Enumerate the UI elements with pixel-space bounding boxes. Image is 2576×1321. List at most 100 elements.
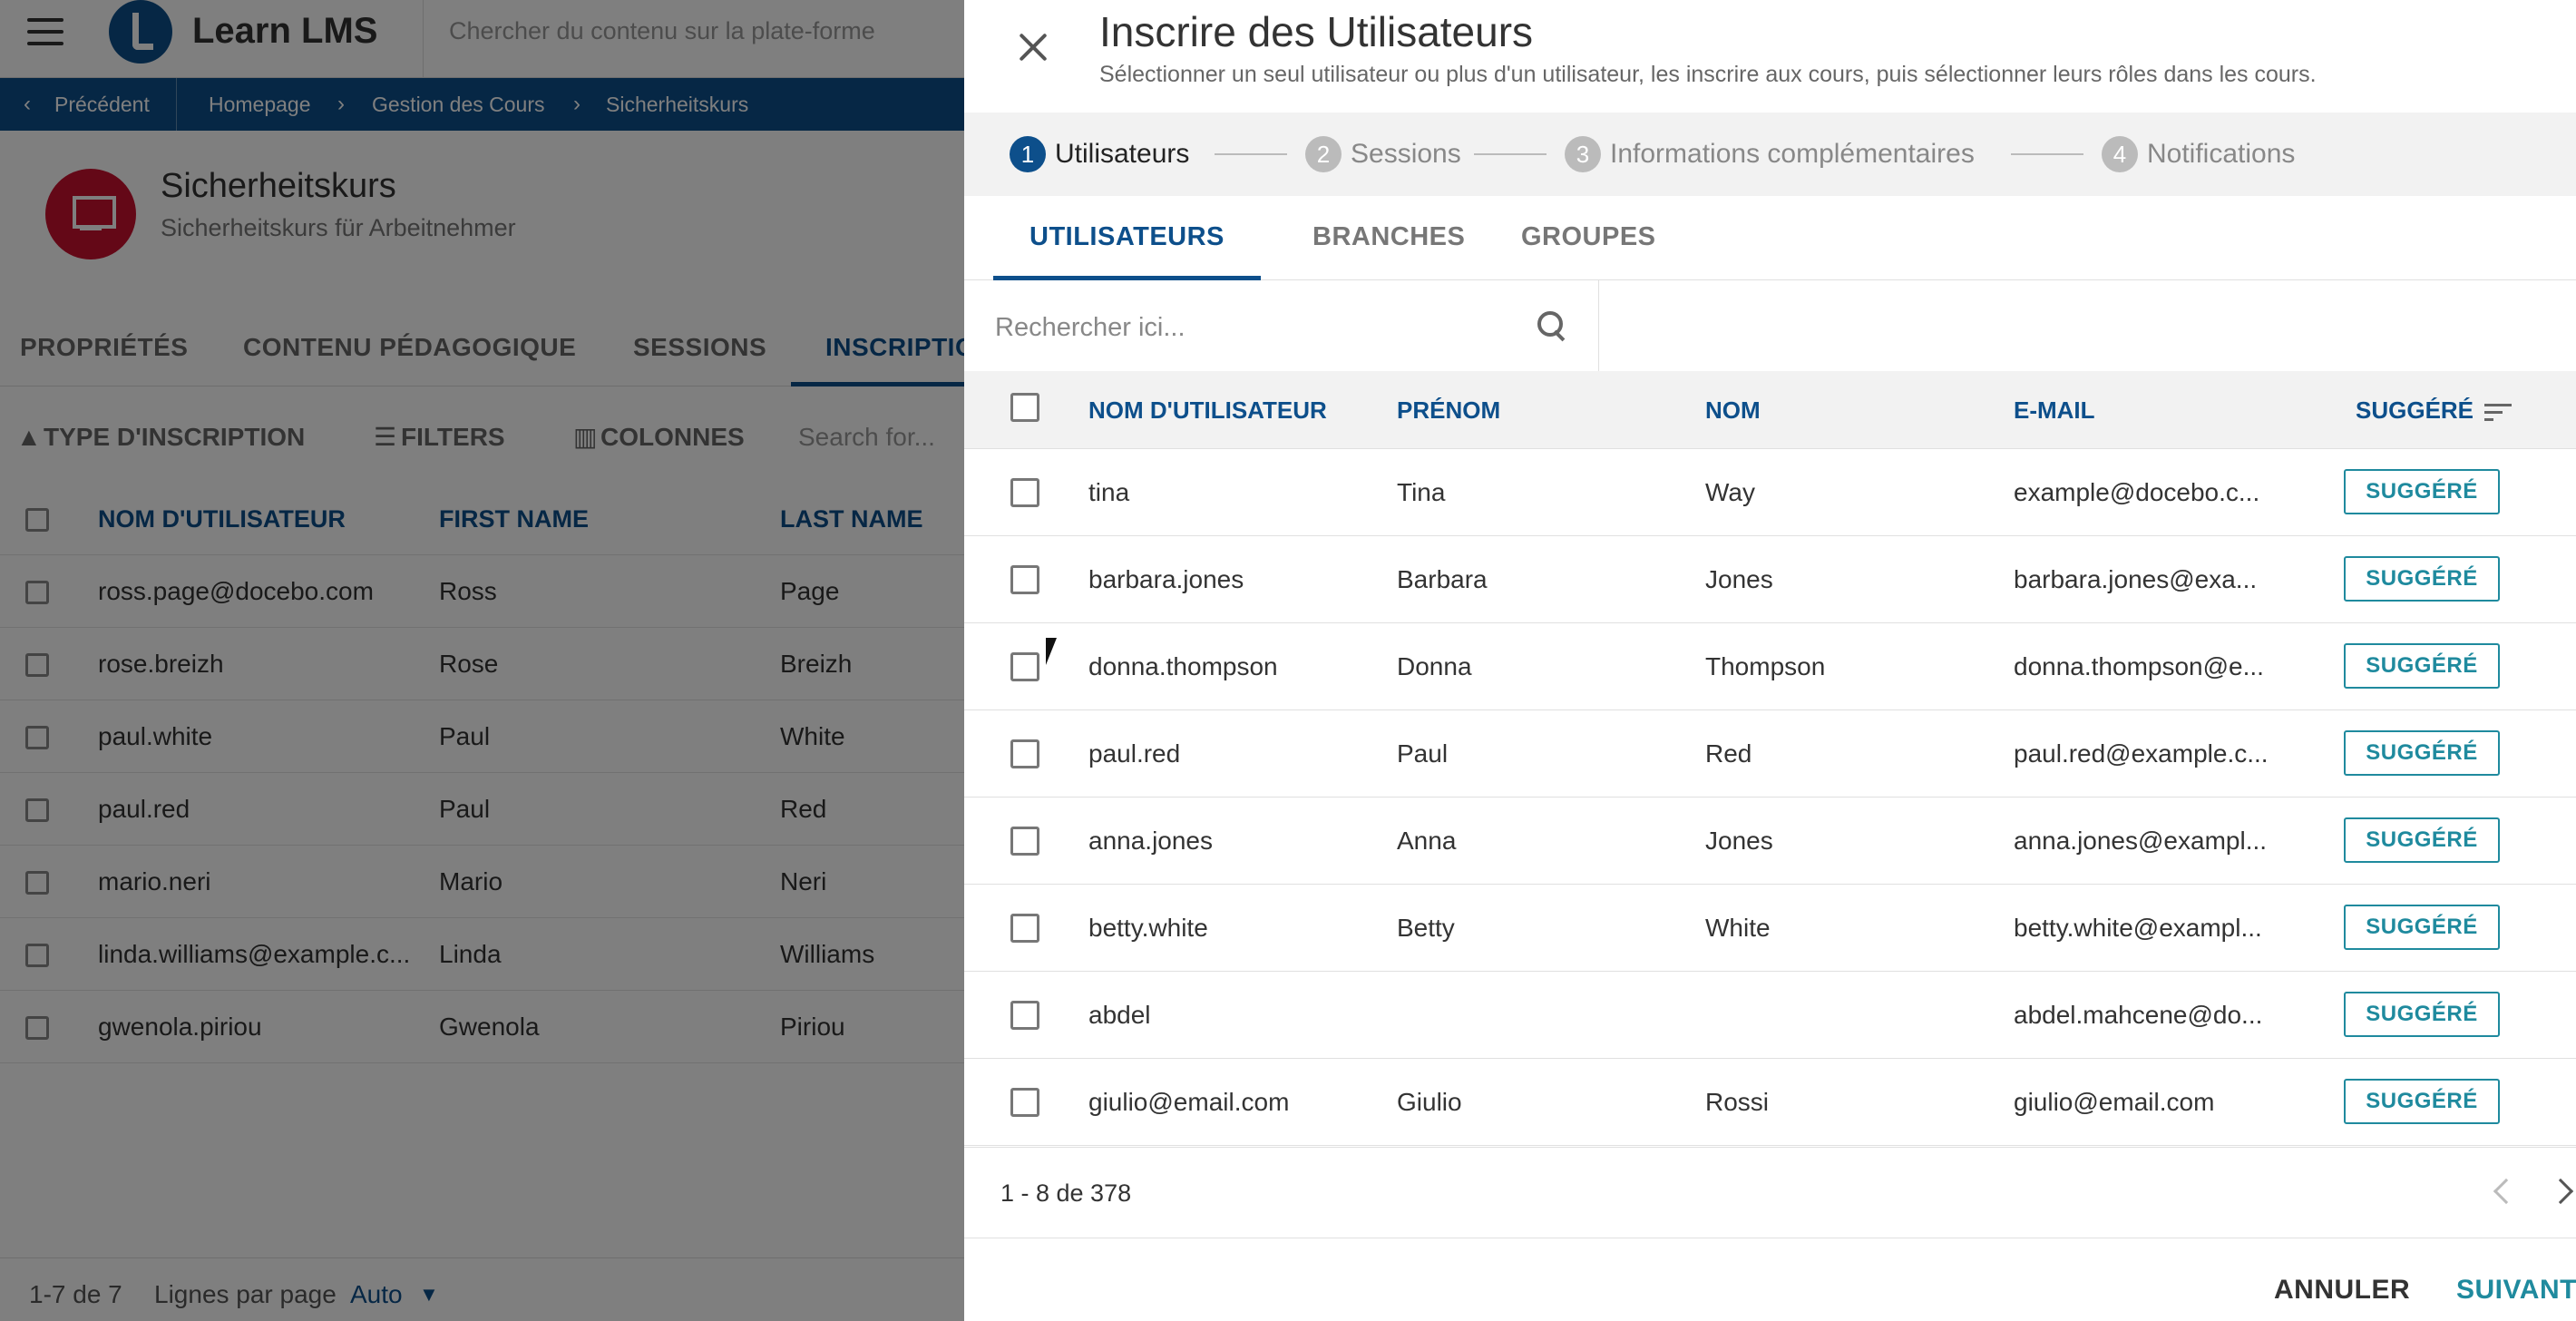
cell-last-name: Jones [1705, 827, 1773, 855]
table-row[interactable]: barbara.jones Barbara Jones barbara.jones@e… [964, 536, 2576, 623]
dialog-subtitle: Sélectionner un seul utilisateur ou plus… [1099, 62, 2317, 87]
suggested-header-label: SUGGÉRÉ [2356, 396, 2474, 424]
table-row[interactable]: anna.jones Anna Jones anna.jones@exampl... S… [964, 797, 2576, 885]
row-checkbox[interactable] [1010, 914, 1039, 943]
cell-email: betty.white@exampl... [2014, 914, 2262, 942]
cell-username: paul.red [1088, 739, 1181, 768]
column-header-last-name[interactable]: NOM [1705, 371, 1761, 449]
suggested-button[interactable]: SUGGÉRÉ [2344, 469, 2500, 514]
step-additional-info[interactable]: 3 Informations complémentaires [1565, 113, 1975, 196]
row-checkbox[interactable] [1010, 1001, 1039, 1030]
column-header-first-name[interactable]: PRÉNOM [1397, 371, 1500, 449]
step-number: 3 [1565, 136, 1601, 172]
cell-email: abdel.mahcene@do... [2014, 1001, 2263, 1029]
cell-email: giulio@email.com [2014, 1088, 2215, 1116]
step-number: 2 [1305, 136, 1342, 172]
step-label: Utilisateurs [1055, 139, 1190, 169]
dialog-title: Inscrire des Utilisateurs [1099, 8, 1534, 55]
suggested-button[interactable]: SUGGÉRÉ [2344, 556, 2500, 602]
cell-email: barbara.jones@exa... [2014, 565, 2258, 593]
step-label: Sessions [1351, 139, 1461, 169]
cell-username: anna.jones [1088, 827, 1214, 855]
cell-first-name: Tina [1397, 478, 1446, 506]
cell-last-name: Jones [1705, 565, 1773, 593]
cell-first-name: Anna [1397, 827, 1457, 855]
suggested-button[interactable]: SUGGÉRÉ [2344, 643, 2500, 689]
select-all-checkbox[interactable] [1010, 393, 1039, 422]
user-search-field[interactable]: Rechercher ici... [964, 280, 1599, 371]
table-row[interactable]: abdel abdel.mahcene@do... SUGGÉRÉ [964, 972, 2576, 1059]
cancel-button[interactable]: ANNULER [2274, 1275, 2410, 1306]
users-table: NOM D'UTILISATEUR PRÉNOM NOM E-MAIL SUGG… [964, 371, 2576, 1146]
row-checkbox[interactable] [1010, 827, 1039, 856]
table-row[interactable]: betty.white Betty White betty.white@exampl.… [964, 885, 2576, 972]
column-header-suggested[interactable]: SUGGÉRÉ [2356, 371, 2513, 449]
row-checkbox[interactable] [1010, 478, 1039, 507]
table-row[interactable]: paul.red Paul Red paul.red@example.c... SUGG… [964, 710, 2576, 797]
chevron-left-icon[interactable] [2493, 1178, 2520, 1205]
step-number: 4 [2102, 136, 2138, 172]
cell-username: donna.thompson [1088, 652, 1278, 680]
cell-username: barbara.jones [1088, 565, 1244, 593]
tab-branches[interactable]: BRANCHES [1276, 196, 1501, 280]
step-connector [1474, 153, 1547, 155]
step-label: Notifications [2147, 139, 2296, 169]
cell-last-name: Way [1705, 478, 1755, 506]
table-header-row: NOM D'UTILISATEUR PRÉNOM NOM E-MAIL SUGG… [964, 371, 2576, 449]
row-checkbox[interactable] [1010, 739, 1039, 768]
table-row[interactable]: giulio@email.com Giulio Rossi giulio@email.… [964, 1059, 2576, 1146]
column-header-email[interactable]: E-MAIL [2014, 371, 2095, 449]
column-header-username[interactable]: NOM D'UTILISATEUR [1088, 371, 1327, 449]
step-sessions[interactable]: 2 Sessions [1305, 113, 1461, 196]
next-button[interactable]: SUIVANT [2456, 1275, 2576, 1306]
pagination-info: 1 - 8 de 378 [1000, 1179, 1132, 1207]
step-label: Informations complémentaires [1610, 139, 1975, 169]
mouse-cursor-icon [1046, 638, 1057, 665]
cell-first-name: Donna [1397, 652, 1472, 680]
dialog-tabs: UTILISATEURS BRANCHES GROUPES [964, 196, 2576, 280]
cell-email: example@docebo.c... [2014, 478, 2260, 506]
cell-username: betty.white [1088, 914, 1208, 942]
tab-users[interactable]: UTILISATEURS [993, 196, 1261, 280]
suggested-button[interactable]: SUGGÉRÉ [2344, 817, 2500, 863]
row-checkbox[interactable] [1010, 565, 1039, 594]
pagination: 1 - 8 de 378 [964, 1147, 2576, 1238]
row-checkbox[interactable] [1010, 652, 1039, 681]
search-input[interactable]: Rechercher ici... [995, 280, 1186, 375]
cell-last-name: Red [1705, 739, 1752, 768]
step-connector [1215, 153, 1287, 155]
modal-backdrop[interactable] [0, 0, 964, 1321]
cell-first-name: Barbara [1397, 565, 1488, 593]
cell-username: tina [1088, 478, 1130, 506]
close-icon[interactable] [1015, 29, 1051, 65]
suggested-button[interactable]: SUGGÉRÉ [2344, 992, 2500, 1037]
cell-email: anna.jones@exampl... [2014, 827, 2268, 855]
cell-first-name: Betty [1397, 914, 1455, 942]
enroll-users-dialog: Inscrire des Utilisateurs Sélectionner u… [964, 0, 2576, 1321]
cell-username: abdel [1088, 1001, 1151, 1029]
suggested-button[interactable]: SUGGÉRÉ [2344, 1079, 2500, 1124]
suggested-button[interactable]: SUGGÉRÉ [2344, 905, 2500, 950]
step-connector [2011, 153, 2083, 155]
step-users[interactable]: 1 Utilisateurs [1010, 113, 1189, 196]
suggested-button[interactable]: SUGGÉRÉ [2344, 730, 2500, 776]
cell-last-name: Thompson [1705, 652, 1826, 680]
sort-icon[interactable] [2484, 402, 2513, 422]
wizard-stepper: 1 Utilisateurs 2 Sessions 3 Informations co… [964, 113, 2576, 196]
table-row[interactable]: tina Tina Way example@docebo.c... SUGGÉRÉ [964, 449, 2576, 536]
step-number: 1 [1010, 136, 1046, 172]
table-row[interactable]: donna.thompson Donna Thompson donna.thompso… [964, 623, 2576, 710]
cell-email: donna.thompson@e... [2014, 652, 2264, 680]
cell-last-name: White [1705, 914, 1771, 942]
dialog-actions: ANNULER SUIVANT [964, 1238, 2576, 1321]
cell-email: paul.red@example.c... [2014, 739, 2269, 768]
row-checkbox[interactable] [1010, 1088, 1039, 1117]
cell-first-name: Paul [1397, 739, 1449, 768]
chevron-right-icon[interactable] [2547, 1178, 2574, 1205]
cell-last-name: Rossi [1705, 1088, 1770, 1116]
search-icon[interactable] [1537, 311, 1568, 342]
cell-username: giulio@email.com [1088, 1088, 1290, 1116]
cell-first-name: Giulio [1397, 1088, 1462, 1116]
tab-groups[interactable]: GROUPES [1485, 196, 1693, 280]
step-notifications[interactable]: 4 Notifications [2102, 113, 2295, 196]
